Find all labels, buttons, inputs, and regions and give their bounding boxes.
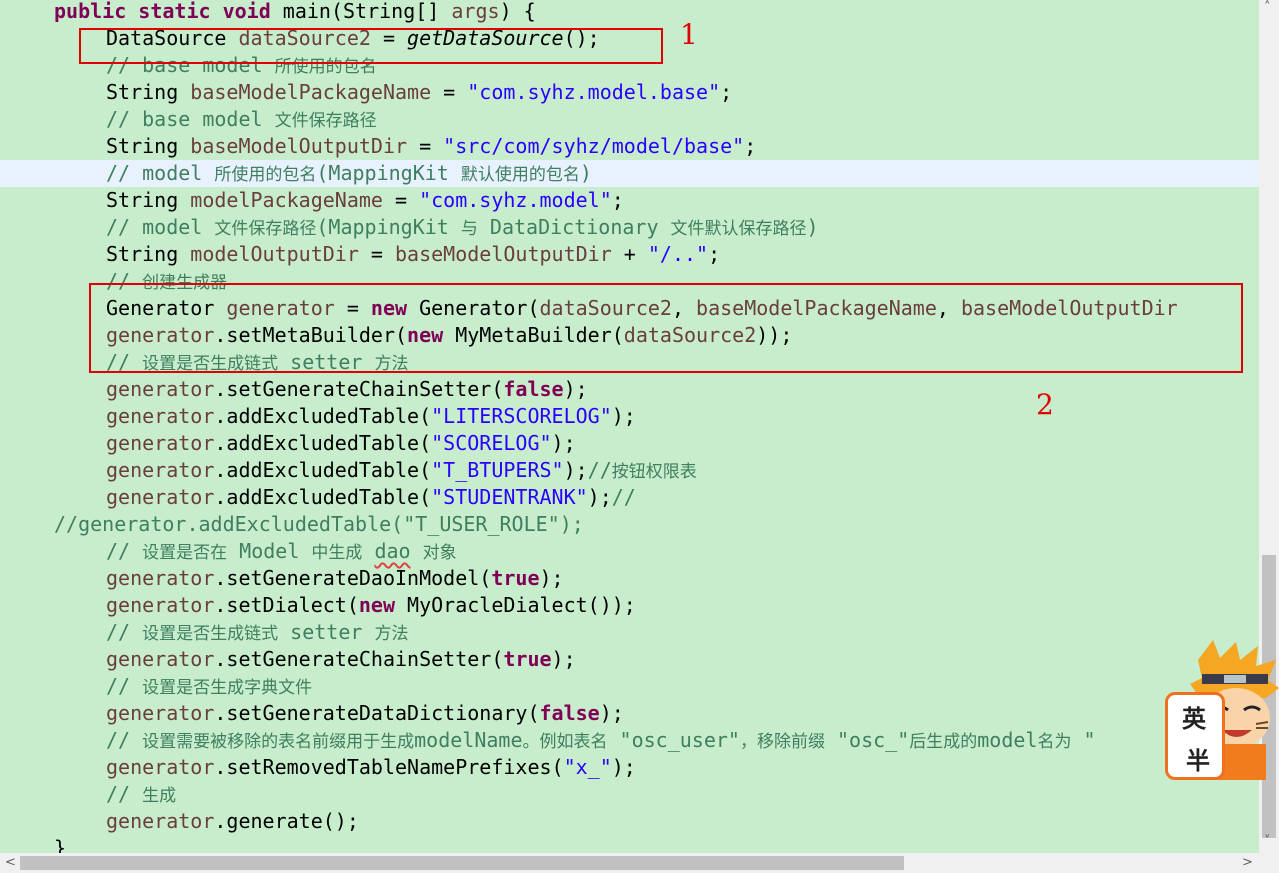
code-text: generator.setGenerateChainSetter(false); [106, 377, 588, 401]
code-text: generator.generate(); [106, 809, 359, 833]
annotation-label-2: 2 [1036, 388, 1054, 421]
code-text: generator.addExcludedTable("SCORELOG"); [106, 431, 576, 455]
code-text: // model 所使用的包名(MappingKit 默认使用的包名) [106, 161, 592, 185]
ime-language-label: 英 [1182, 704, 1206, 733]
code-text: String baseModelOutputDir = "src/com/syh… [106, 134, 757, 158]
code-text: generator.setDialect(new MyOracleDialect… [106, 593, 636, 617]
code-text: // 设置是否在 Model 中生成 dao 对象 [106, 539, 457, 563]
scroll-left-icon[interactable]: < [5, 855, 16, 870]
code-text: generator.addExcludedTable("LITERSCORELO… [106, 404, 636, 428]
annotation-box-1 [79, 28, 663, 64]
code-text: generator.setGenerateDataDictionary(fals… [106, 701, 624, 725]
code-editor[interactable]: public static void main(String[] args) {… [0, 0, 1259, 853]
code-text: // 生成 [106, 782, 177, 806]
code-text: String modelPackageName = "com.syhz.mode… [106, 188, 624, 212]
code-text: generator.setGenerateDaoInModel(true); [106, 566, 564, 590]
code-text: String modelOutputDir = baseModelOutputD… [106, 242, 721, 266]
code-text: //generator.addExcludedTable("T_USER_ROL… [54, 512, 584, 536]
code-text: generator.setRemovedTableNamePrefixes("x… [106, 755, 636, 779]
scroll-right-icon[interactable]: > [1242, 855, 1253, 870]
scroll-up-icon[interactable]: ˄ [1264, 0, 1271, 15]
code-text: // 设置是否生成字典文件 [106, 674, 313, 698]
code-line-current[interactable]: // model 所使用的包名(MappingKit 默认使用的包名) [0, 160, 1259, 187]
code-text: } [54, 836, 67, 853]
scroll-down-icon[interactable]: ˅ [1264, 834, 1271, 849]
scrollbar-corner [1259, 853, 1279, 873]
ime-width-label: 半 [1186, 746, 1210, 775]
code-text: generator.addExcludedTable("T_BTUPERS");… [106, 458, 697, 482]
code-text: // 设置需要被移除的表名前缀用于生成modelName。例如表名 "osc_u… [106, 728, 1096, 752]
annotation-label-1: 1 [680, 18, 698, 51]
ime-status-widget[interactable]: 英 半 [1165, 692, 1225, 780]
annotation-box-2 [89, 283, 1243, 373]
code-text: public static void main(String[] args) { [54, 0, 536, 23]
horizontal-scroll-thumb[interactable] [20, 856, 904, 870]
code-text: generator.setGenerateChainSetter(true); [106, 647, 576, 671]
code-text: // base model 文件保存路径 [106, 107, 377, 131]
horizontal-scrollbar[interactable]: < > [0, 853, 1259, 873]
code-text: // 设置是否生成链式 setter 方法 [106, 620, 409, 644]
code-text: // model 文件保存路径(MappingKit 与 DataDiction… [106, 215, 819, 239]
code-text: generator.addExcludedTable("STUDENTRANK"… [106, 485, 636, 509]
code-text: String baseModelPackageName = "com.syhz.… [106, 80, 733, 104]
